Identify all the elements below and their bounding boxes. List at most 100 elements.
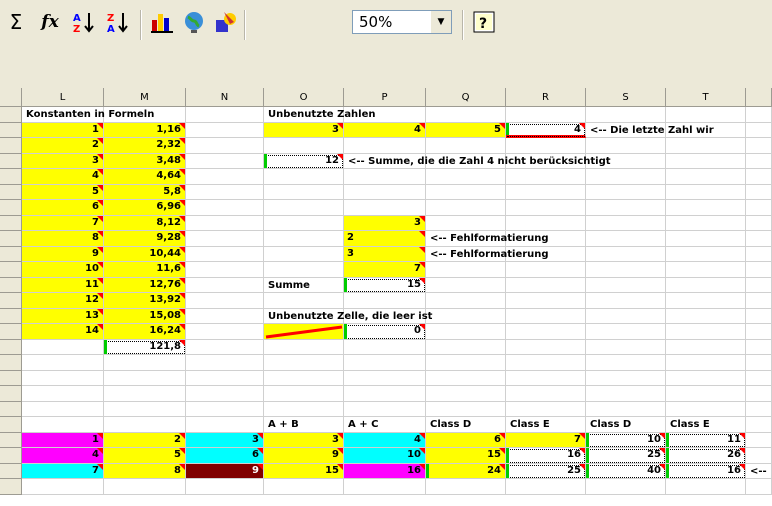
column-header-o[interactable]: O xyxy=(264,88,344,107)
empty-cell[interactable] xyxy=(264,262,344,278)
cell-bottom[interactable]: 7 xyxy=(22,463,104,479)
empty-cell[interactable] xyxy=(586,277,666,293)
cell-l-value[interactable]: 14 xyxy=(22,324,104,340)
empty-cell[interactable] xyxy=(666,246,746,262)
cell-m-value[interactable]: 5,8 xyxy=(104,184,186,200)
column-header-m[interactable]: M xyxy=(104,88,186,107)
cell-bottom[interactable]: 24 xyxy=(426,463,506,479)
row-header[interactable] xyxy=(0,184,22,200)
cell-m-value[interactable]: 15,08 xyxy=(104,308,186,324)
empty-cell[interactable] xyxy=(426,370,506,386)
empty-cell[interactable] xyxy=(506,386,586,402)
empty-cell[interactable] xyxy=(426,355,506,371)
empty-cell[interactable] xyxy=(426,479,506,495)
empty-cell[interactable] xyxy=(746,479,772,495)
chevron-down-icon[interactable]: ▼ xyxy=(431,11,451,33)
empty-cell[interactable] xyxy=(264,355,344,371)
empty-cell[interactable] xyxy=(344,293,426,309)
empty-cell[interactable] xyxy=(426,262,506,278)
empty-cell[interactable] xyxy=(746,246,772,262)
empty-cell[interactable] xyxy=(666,231,746,247)
cell-bottom[interactable]: 6 xyxy=(426,432,506,448)
cell-l-value[interactable]: 10 xyxy=(22,262,104,278)
empty-cell[interactable] xyxy=(186,324,264,340)
empty-cell[interactable] xyxy=(586,386,666,402)
column-header-s[interactable]: S xyxy=(586,88,666,107)
empty-cell[interactable] xyxy=(426,169,506,185)
cell-r-unbenutzt[interactable]: 4 xyxy=(506,122,586,138)
empty-cell[interactable] xyxy=(586,107,666,123)
row-header[interactable] xyxy=(0,246,22,262)
empty-cell[interactable] xyxy=(506,200,586,216)
column-header-n[interactable]: N xyxy=(186,88,264,107)
empty-cell[interactable] xyxy=(186,169,264,185)
cell-bottom[interactable]: 25 xyxy=(506,463,586,479)
empty-cell[interactable] xyxy=(746,293,772,309)
row-header[interactable] xyxy=(0,463,22,479)
row-header[interactable] xyxy=(0,432,22,448)
zoom-select[interactable]: 50% ▼ xyxy=(352,10,452,34)
cell-l-value[interactable]: 12 xyxy=(22,293,104,309)
cell-m-value[interactable]: 1,16 xyxy=(104,122,186,138)
empty-cell[interactable] xyxy=(264,169,344,185)
empty-cell[interactable] xyxy=(22,386,104,402)
empty-cell[interactable] xyxy=(22,339,104,355)
cell-m-value[interactable]: 6,96 xyxy=(104,200,186,216)
empty-cell[interactable] xyxy=(426,339,506,355)
empty-cell[interactable] xyxy=(506,138,586,154)
empty-cell[interactable] xyxy=(586,169,666,185)
cell-p-block1[interactable]: 3 xyxy=(344,215,426,231)
empty-cell[interactable] xyxy=(586,293,666,309)
cell-bottom[interactable]: 9 xyxy=(186,463,264,479)
empty-cell[interactable] xyxy=(666,107,746,123)
empty-cell[interactable] xyxy=(746,308,772,324)
empty-cell[interactable] xyxy=(264,184,344,200)
cell-bottom[interactable]: 5 xyxy=(104,448,186,464)
empty-cell[interactable] xyxy=(506,401,586,417)
empty-cell[interactable] xyxy=(746,138,772,154)
empty-cell[interactable] xyxy=(264,339,344,355)
empty-cell[interactable] xyxy=(506,479,586,495)
row-header[interactable] xyxy=(0,153,22,169)
drawing-icon[interactable] xyxy=(212,8,240,36)
empty-cell[interactable] xyxy=(104,386,186,402)
empty-cell[interactable] xyxy=(506,262,586,278)
cell-bottom[interactable]: 3 xyxy=(264,432,344,448)
cell-bottom[interactable]: 10 xyxy=(586,432,666,448)
empty-cell[interactable] xyxy=(264,231,344,247)
cell-l-value[interactable]: 2 xyxy=(22,138,104,154)
empty-cell[interactable] xyxy=(426,386,506,402)
empty-cell[interactable] xyxy=(264,215,344,231)
empty-cell[interactable] xyxy=(506,184,586,200)
empty-cell[interactable] xyxy=(22,401,104,417)
empty-cell[interactable] xyxy=(186,184,264,200)
empty-cell[interactable] xyxy=(186,246,264,262)
empty-cell[interactable] xyxy=(22,417,104,433)
empty-cell[interactable] xyxy=(506,277,586,293)
column-header-next[interactable] xyxy=(746,88,772,107)
empty-cell[interactable] xyxy=(746,231,772,247)
empty-cell[interactable] xyxy=(344,138,426,154)
empty-cell[interactable] xyxy=(264,200,344,216)
empty-cell[interactable] xyxy=(186,417,264,433)
cell-m-value[interactable]: 2,32 xyxy=(104,138,186,154)
empty-cell[interactable] xyxy=(344,200,426,216)
cell-l-value[interactable]: 11 xyxy=(22,277,104,293)
empty-cell[interactable] xyxy=(666,153,746,169)
empty-cell[interactable] xyxy=(426,277,506,293)
empty-cell[interactable] xyxy=(22,479,104,495)
empty-cell[interactable] xyxy=(264,386,344,402)
empty-cell[interactable] xyxy=(344,339,426,355)
empty-cell[interactable] xyxy=(186,339,264,355)
empty-cell[interactable] xyxy=(344,386,426,402)
empty-cell[interactable] xyxy=(666,386,746,402)
cell-bottom[interactable]: 16 xyxy=(344,463,426,479)
cell-l-value[interactable]: 7 xyxy=(22,215,104,231)
help-icon[interactable]: ? xyxy=(470,8,498,36)
cell-bottom[interactable]: 15 xyxy=(426,448,506,464)
empty-cell[interactable] xyxy=(666,339,746,355)
empty-cell[interactable] xyxy=(586,200,666,216)
empty-cell[interactable] xyxy=(746,262,772,278)
empty-cell[interactable] xyxy=(746,277,772,293)
empty-cell[interactable] xyxy=(344,184,426,200)
